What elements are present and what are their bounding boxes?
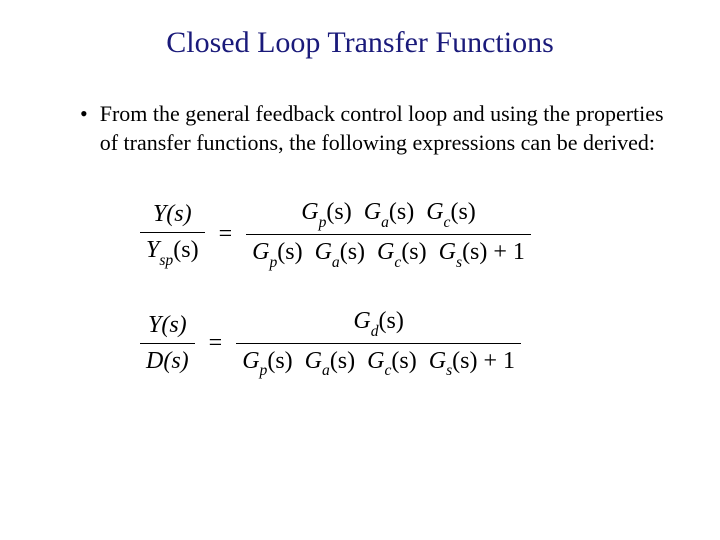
equations-block: Y(s) Ysp(s) = Gp(s) Ga(s) Gc(s) Gp(s) Ga… [50,197,670,380]
eq1-right-num: Gp(s) Ga(s) Gc(s) [295,197,482,232]
eq1-den-g3-sub: c [394,254,401,271]
eq1-right-den: Gp(s) Ga(s) Gc(s) Gs(s) + 1 [246,237,531,272]
eq1-right-fraction: Gp(s) Ga(s) Gc(s) Gp(s) Ga(s) Gc(s) Gs(s… [246,197,531,272]
eq2-right-den: Gp(s) Ga(s) Gc(s) Gs(s) + 1 [236,346,521,381]
eq2-den-g1-sub: p [260,362,268,379]
eq1-num-g3-sub: c [444,214,451,231]
eq1-den-g2: G [315,239,332,265]
fraction-bar [140,232,205,233]
eq2-den-g1-arg: (s) [267,348,292,374]
eq2-right-fraction: Gd(s) Gp(s) Ga(s) Gc(s) Gs(s) + 1 [236,306,521,381]
eq1-den-g1-arg: (s) [277,239,302,265]
bullet-marker: • [80,100,88,157]
eq1-left-den-arg: (s) [173,237,198,263]
eq2-den-g2-sub: a [322,362,330,379]
fraction-bar [140,343,195,344]
eq1-left-num: Y(s) [153,201,192,227]
eq1-num-g2-arg: (s) [389,199,414,225]
eq1-num-g2: G [364,199,381,225]
eq2-left-den: D(s) [146,348,189,374]
bullet-item: • From the general feedback control loop… [50,100,670,157]
eq2-left-fraction: Y(s) D(s) [140,310,195,377]
eq2-right-num: Gd(s) [347,306,409,341]
eq1-den-tail: + 1 [487,239,525,265]
eq1-den-g3-arg: (s) [401,239,426,265]
eq2-den-g1: G [242,348,259,374]
eq2-den-tail: + 1 [477,348,515,374]
equation-1: Y(s) Ysp(s) = Gp(s) Ga(s) Gc(s) Gp(s) Ga… [140,197,670,272]
eq2-den-g4: G [429,348,446,374]
eq2-den-g4-sub: s [446,362,452,379]
eq2-num-g1: G [353,308,370,334]
eq2-den-g3: G [367,348,384,374]
eq1-den-g2-sub: a [332,254,340,271]
equals-sign: = [209,330,223,357]
eq1-num-g1-sub: p [319,214,327,231]
eq2-den-g4-arg: (s) [452,348,477,374]
eq1-den-g4-arg: (s) [462,239,487,265]
eq2-den-g2-arg: (s) [330,348,355,374]
slide-title: Closed Loop Transfer Functions [50,26,670,60]
eq2-num-g1-sub: d [371,323,379,340]
eq1-left-den-var: Y [146,237,159,263]
eq1-num-g1: G [301,199,318,225]
eq1-left-den-sub: sp [159,252,173,269]
slide: Closed Loop Transfer Functions • From th… [0,0,720,540]
eq2-den-g3-arg: (s) [391,348,416,374]
eq1-den-g1: G [252,239,269,265]
eq1-num-g3: G [426,199,443,225]
equation-2: Y(s) D(s) = Gd(s) Gp(s) Ga(s) Gc(s) Gs(s… [140,306,670,381]
eq1-den-g3: G [377,239,394,265]
eq1-den-g2-arg: (s) [340,239,365,265]
eq1-den-g4-sub: s [456,254,462,271]
eq1-num-g1-arg: (s) [326,199,351,225]
eq1-den-g1-sub: p [269,254,277,271]
eq1-left-fraction: Y(s) Ysp(s) [140,199,205,270]
bullet-text: From the general feedback control loop a… [100,100,670,157]
fraction-bar [246,234,531,235]
eq1-num-g2-sub: a [381,214,389,231]
eq2-den-g3-sub: c [384,362,391,379]
eq2-den-g2: G [305,348,322,374]
eq2-left-num: Y(s) [148,312,187,338]
eq1-num-g3-arg: (s) [450,199,475,225]
eq1-den-g4: G [439,239,456,265]
eq2-num-g1-arg: (s) [379,308,404,334]
equals-sign: = [219,221,233,248]
fraction-bar [236,343,521,344]
